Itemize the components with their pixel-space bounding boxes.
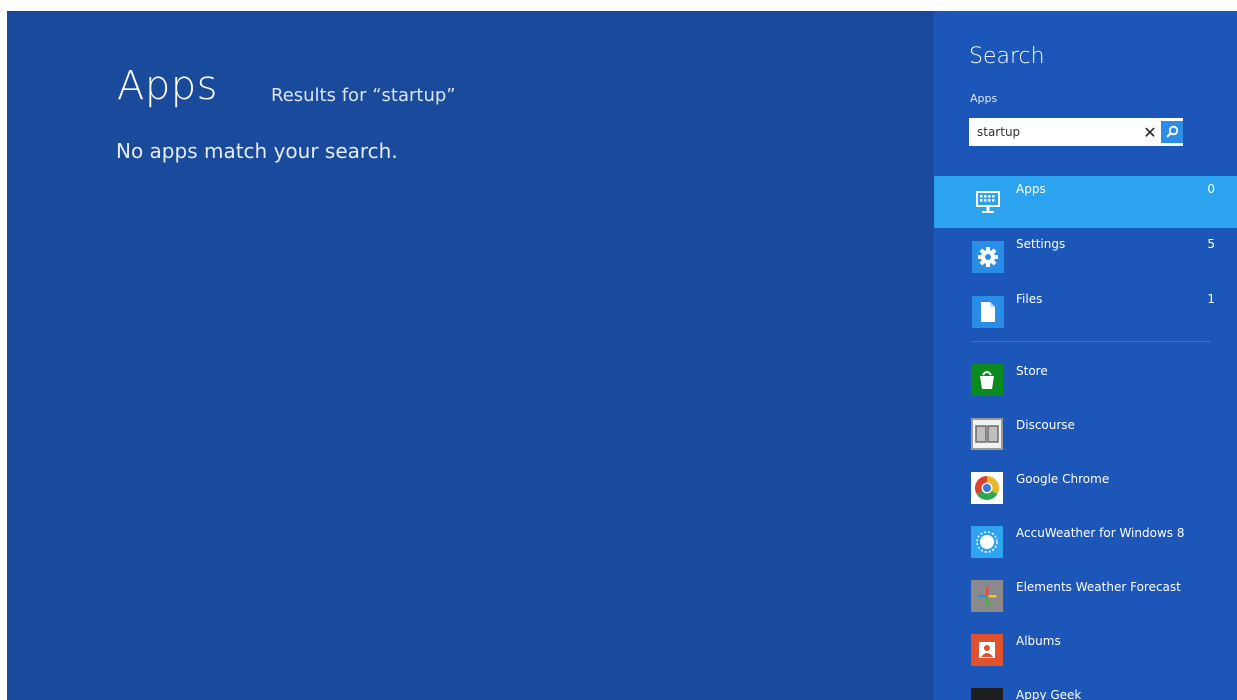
category-label: Apps	[1016, 182, 1046, 196]
app-label: Appy Geek	[1016, 688, 1082, 700]
category-label: Settings	[1016, 237, 1066, 251]
category-apps[interactable]: Apps 0	[934, 176, 1237, 228]
app-discourse[interactable]: Discourse	[934, 415, 1237, 463]
search-charm: Search Apps ✕	[934, 11, 1237, 700]
close-icon: ✕	[1143, 122, 1157, 142]
results-divider	[971, 341, 1211, 342]
search-results-pane: Apps Results for “startup” No apps match…	[7, 11, 934, 700]
accuweather-icon	[971, 526, 1003, 558]
category-count: 0	[1207, 182, 1215, 196]
category-count: 5	[1207, 237, 1215, 251]
app-label: Store	[1016, 364, 1048, 378]
store-icon	[971, 364, 1003, 396]
search-scope-label: Apps	[970, 92, 998, 105]
category-count: 1	[1207, 292, 1215, 306]
chrome-icon	[971, 472, 1003, 504]
category-label: Files	[1016, 292, 1043, 306]
search-input[interactable]	[969, 118, 1139, 146]
clear-search-button[interactable]: ✕	[1139, 118, 1161, 146]
appy-geek-icon	[971, 688, 1003, 700]
elements-weather-icon	[971, 580, 1003, 612]
app-store[interactable]: Store	[934, 361, 1237, 409]
app-label: Discourse	[1016, 418, 1075, 432]
app-label: Albums	[1016, 634, 1061, 648]
search-box: ✕	[969, 118, 1183, 146]
category-files[interactable]: Files 1	[934, 286, 1237, 338]
apps-icon	[972, 186, 1004, 218]
albums-icon	[971, 634, 1003, 666]
app-elements-weather[interactable]: Elements Weather Forecast	[934, 577, 1237, 625]
search-button[interactable]	[1161, 121, 1183, 143]
app-label: Google Chrome	[1016, 472, 1110, 486]
app-albums[interactable]: Albums	[934, 631, 1237, 679]
search-icon	[1166, 125, 1179, 138]
page-title: Apps	[117, 63, 218, 109]
start-screen: Apps Results for “startup” No apps match…	[7, 11, 1237, 700]
discourse-icon	[971, 418, 1003, 450]
app-label: AccuWeather for Windows 8	[1016, 526, 1185, 540]
app-google-chrome[interactable]: Google Chrome	[934, 469, 1237, 517]
app-appy-geek[interactable]: Appy Geek	[934, 685, 1237, 700]
no-results-message: No apps match your search.	[116, 139, 398, 163]
results-for-label: Results for “startup”	[271, 85, 456, 106]
category-settings[interactable]: Settings 5	[934, 231, 1237, 283]
gear-icon	[972, 241, 1004, 273]
app-accuweather[interactable]: AccuWeather for Windows 8	[934, 523, 1237, 571]
search-charm-title: Search	[969, 44, 1045, 69]
file-icon	[972, 296, 1004, 328]
app-label: Elements Weather Forecast	[1016, 580, 1181, 594]
